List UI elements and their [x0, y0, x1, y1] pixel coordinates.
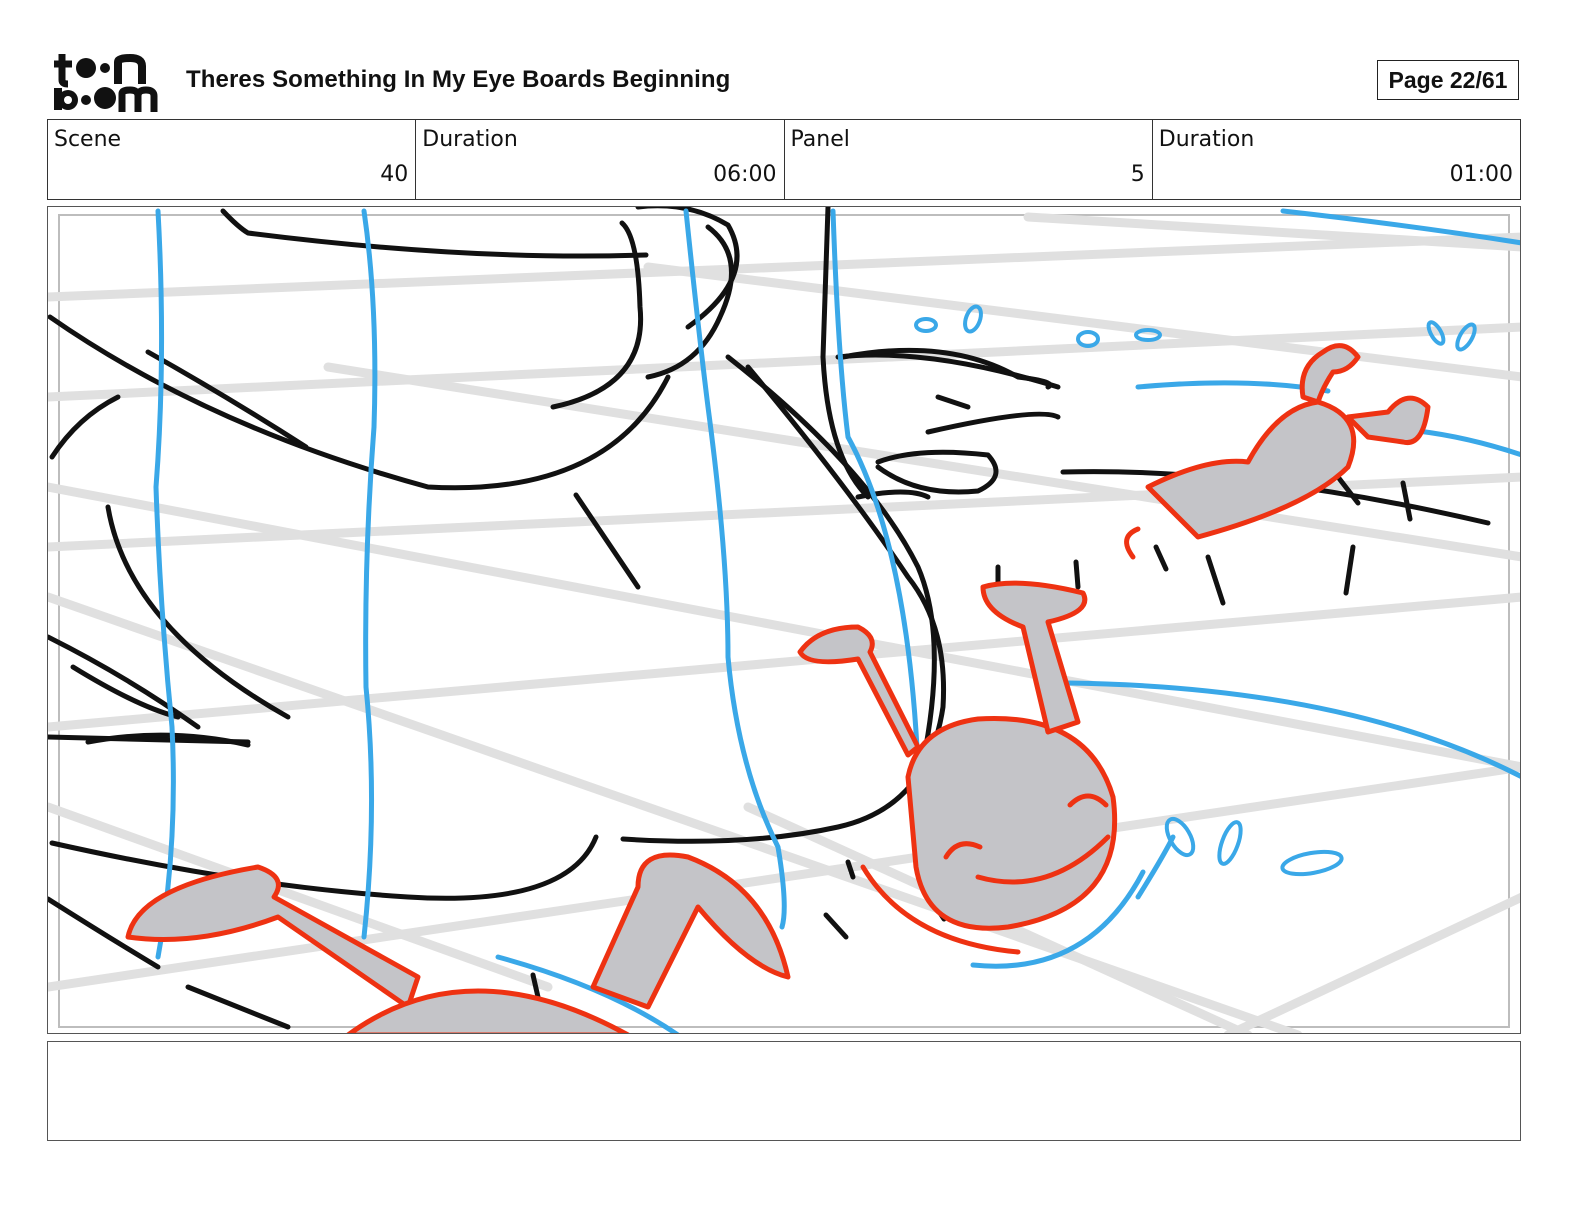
scene-cell: Scene 40: [48, 120, 417, 199]
scene-duration-cell: Duration 06:00: [416, 120, 785, 199]
panel-value: 5: [1130, 162, 1145, 187]
panel-duration-label: Duration: [1158, 127, 1255, 152]
scene-duration-value: 06:00: [713, 162, 777, 187]
panel-duration-cell: Duration 01:00: [1153, 120, 1520, 199]
critter-head: [905, 715, 1118, 931]
storyboard-panel: [47, 206, 1521, 1034]
document-title: Theres Something In My Eye Boards Beginn…: [186, 66, 731, 93]
scene-value: 40: [380, 162, 409, 187]
panel-cell: Panel 5: [785, 120, 1153, 199]
panel-duration-value: 01:00: [1449, 162, 1513, 187]
scene-duration-label: Duration: [422, 127, 518, 152]
page-number-badge: Page 22/61: [1377, 60, 1519, 100]
scene-label: Scene: [54, 127, 122, 152]
far-critter-antenna-b: [1345, 395, 1431, 446]
panel-label: Panel: [790, 127, 850, 152]
storyboard-sketch: [48, 207, 1520, 1033]
scene-info-table: Scene 40 Duration 06:00 Panel 5 Duration…: [47, 119, 1521, 200]
panel-notes-box: [47, 1041, 1521, 1141]
critter-antenna-right: [980, 580, 1088, 735]
toon-boom-logo: [50, 50, 165, 112]
far-critter-body: [1145, 399, 1357, 540]
